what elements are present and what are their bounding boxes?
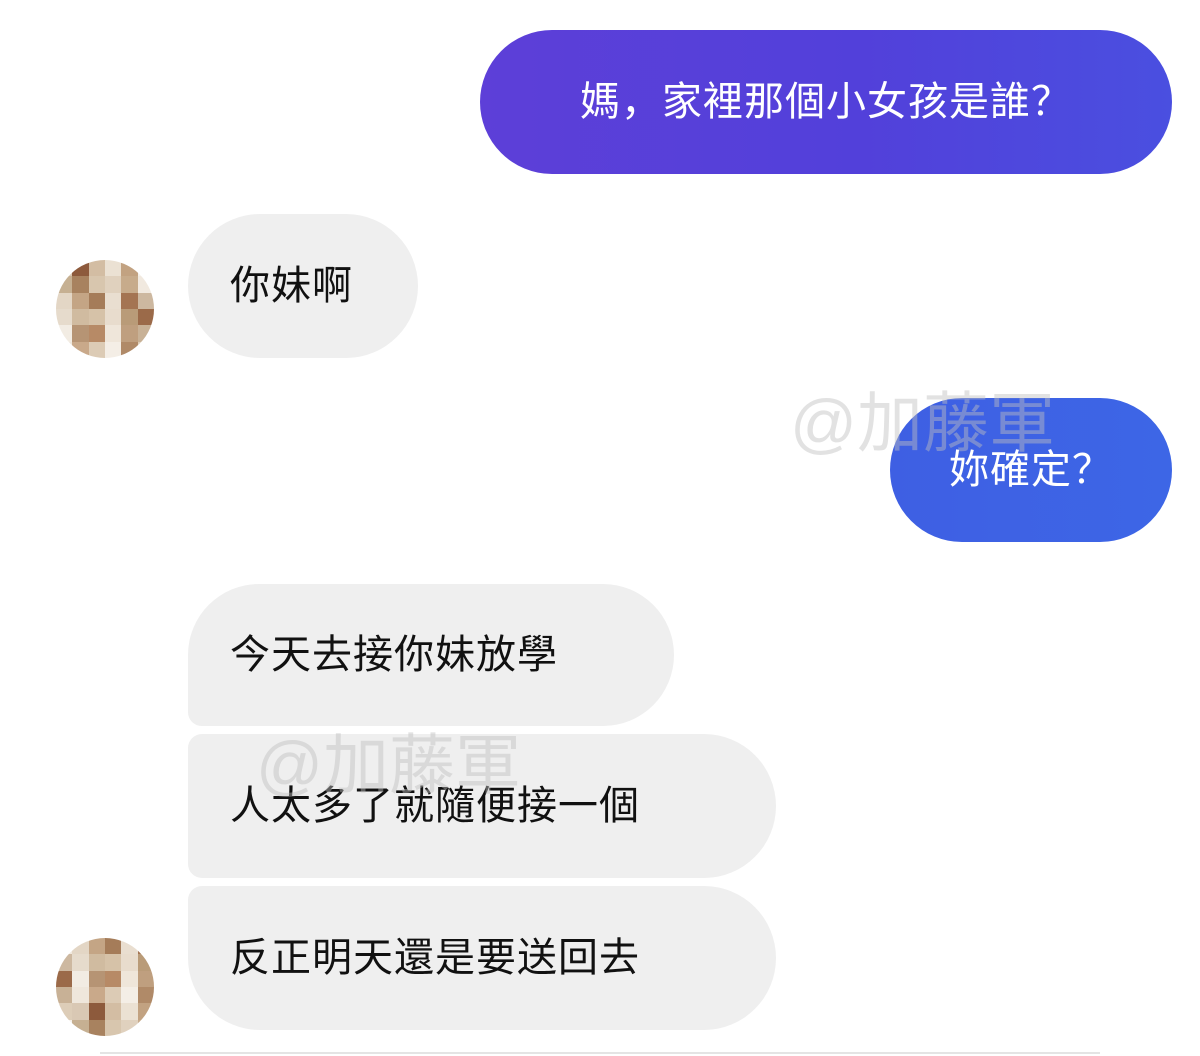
avatar-pixel <box>56 276 73 293</box>
avatar-pixel <box>105 260 122 277</box>
avatar-pixel <box>72 1019 89 1036</box>
avatar-pixel <box>56 987 73 1004</box>
avatar-pixel <box>88 954 105 971</box>
avatar-pixel <box>56 341 73 358</box>
avatar-pixel <box>105 325 122 342</box>
avatar-pixel <box>137 1019 154 1036</box>
avatar-pixel <box>121 1003 138 1020</box>
avatar-pixel <box>88 938 105 955</box>
avatar-pixel <box>121 970 138 987</box>
avatar-pixel <box>121 1019 138 1036</box>
avatar-pixel <box>72 292 89 309</box>
avatar-pixel <box>105 954 122 971</box>
avatar-pixel <box>105 938 122 955</box>
avatar-pixel <box>88 1003 105 1020</box>
incoming-message-bubble[interactable]: 今天去接你妹放學 <box>188 584 674 726</box>
incoming-message-bubble[interactable]: 人太多了就隨便接一個 <box>188 734 776 878</box>
contact-avatar-icon[interactable] <box>56 260 154 358</box>
message-text: 人太多了就隨便接一個 <box>230 783 640 829</box>
avatar-pixel <box>105 341 122 358</box>
divider <box>100 1052 1100 1054</box>
avatar-pixel <box>137 970 154 987</box>
avatar-pixel <box>56 938 73 955</box>
avatar-pixel <box>137 987 154 1004</box>
avatar-pixel <box>88 309 105 326</box>
message-text: 反正明天還是要送回去 <box>230 935 640 981</box>
avatar-pixel <box>88 260 105 277</box>
avatar-pixel <box>121 276 138 293</box>
avatar-pixel <box>56 1019 73 1036</box>
avatar-pixel <box>72 987 89 1004</box>
avatar-pixel <box>105 1003 122 1020</box>
avatar-pixel <box>56 309 73 326</box>
avatar-pixel <box>121 292 138 309</box>
avatar-pixel <box>121 325 138 342</box>
avatar-pixel <box>72 1003 89 1020</box>
avatar-pixel <box>137 292 154 309</box>
avatar-pixel <box>121 987 138 1004</box>
avatar-pixel <box>137 325 154 342</box>
avatar-pixel <box>56 970 73 987</box>
avatar-pixel <box>56 1003 73 1020</box>
outgoing-message-bubble[interactable]: 媽，家裡那個小女孩是誰？ <box>480 30 1172 174</box>
avatar-pixel <box>105 292 122 309</box>
avatar-pixel <box>72 970 89 987</box>
avatar-pixel <box>137 309 154 326</box>
avatar-pixel <box>88 341 105 358</box>
avatar-pixel <box>72 341 89 358</box>
avatar-pixel <box>72 325 89 342</box>
avatar-pixel <box>105 970 122 987</box>
avatar-pixel <box>137 341 154 358</box>
message-text: 你妹啊 <box>230 263 353 309</box>
avatar-pixel <box>137 1003 154 1020</box>
avatar-pixel <box>137 260 154 277</box>
avatar-pixel <box>56 325 73 342</box>
incoming-message-bubble[interactable]: 你妹啊 <box>188 214 418 358</box>
avatar-pixel <box>72 309 89 326</box>
avatar-pixel <box>56 954 73 971</box>
message-text: 妳確定？ <box>949 447 1113 493</box>
avatar-pixel <box>88 1019 105 1036</box>
chat-thread: 媽，家裡那個小女孩是誰？ 你妹啊 妳確定？ 今天去接你妹放學 人太多了就隨便接一… <box>0 0 1200 1056</box>
avatar-pixel <box>105 309 122 326</box>
outgoing-message-bubble[interactable]: 妳確定？ <box>890 398 1172 542</box>
avatar-pixel <box>56 292 73 309</box>
avatar-pixel <box>137 938 154 955</box>
avatar-pixel <box>105 987 122 1004</box>
avatar-pixel <box>88 987 105 1004</box>
message-text: 今天去接你妹放學 <box>230 632 558 678</box>
avatar-pixel <box>72 954 89 971</box>
avatar-pixel <box>137 954 154 971</box>
avatar-pixel <box>121 309 138 326</box>
avatar-pixel <box>121 938 138 955</box>
contact-avatar-icon[interactable] <box>56 938 154 1036</box>
avatar-pixel <box>121 341 138 358</box>
avatar-pixel <box>88 292 105 309</box>
avatar-pixel <box>72 276 89 293</box>
avatar-pixel <box>88 970 105 987</box>
avatar-pixel <box>137 276 154 293</box>
avatar-pixel <box>72 260 89 277</box>
incoming-message-bubble[interactable]: 反正明天還是要送回去 <box>188 886 776 1030</box>
avatar-pixel <box>88 276 105 293</box>
avatar-pixel <box>105 276 122 293</box>
avatar-pixel <box>105 1019 122 1036</box>
avatar-pixel <box>56 260 73 277</box>
message-text: 媽，家裡那個小女孩是誰？ <box>580 79 1072 125</box>
avatar-pixel <box>121 260 138 277</box>
avatar-pixel <box>88 325 105 342</box>
avatar-pixel <box>72 938 89 955</box>
avatar-pixel <box>121 954 138 971</box>
